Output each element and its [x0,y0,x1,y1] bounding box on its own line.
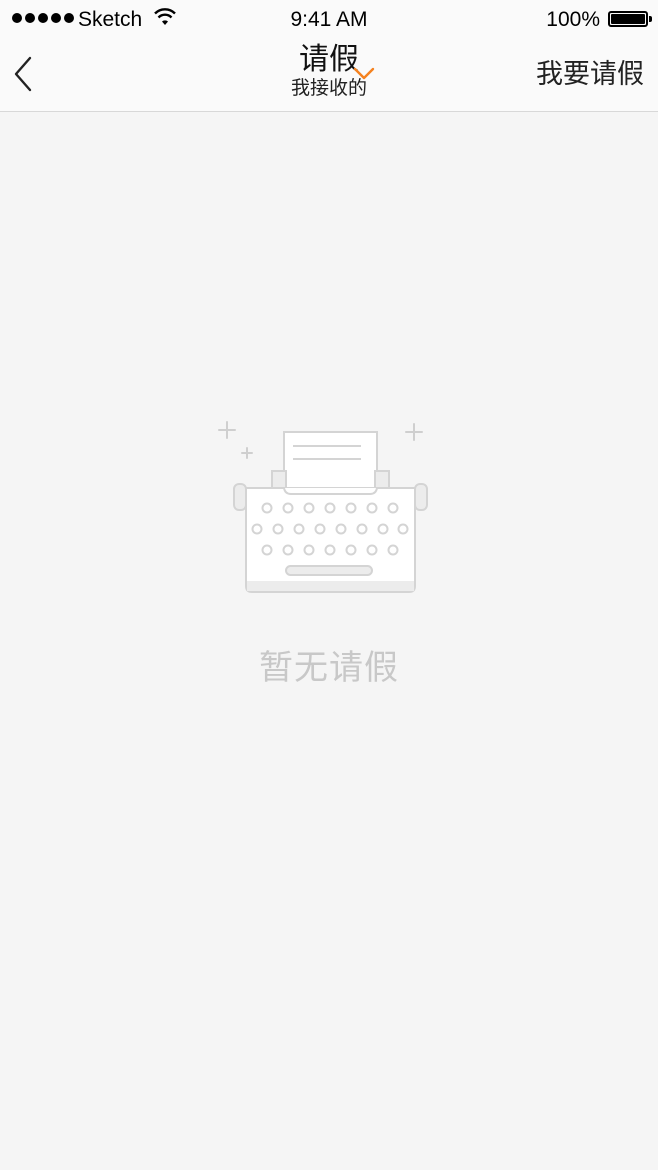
battery-icon [608,11,648,27]
navigation-bar: 请假 我接收的 我要请假 [0,40,658,112]
battery-tip [649,16,652,22]
battery-percentage: 100% [546,8,600,31]
typewriter-icon [218,421,428,593]
chevron-down-icon[interactable] [352,66,376,82]
apply-leave-button[interactable]: 我要请假 [536,56,644,92]
status-bar: Sketch 9:41 AM 100% [0,0,658,40]
empty-state-text: 暂无请假 [259,649,399,687]
